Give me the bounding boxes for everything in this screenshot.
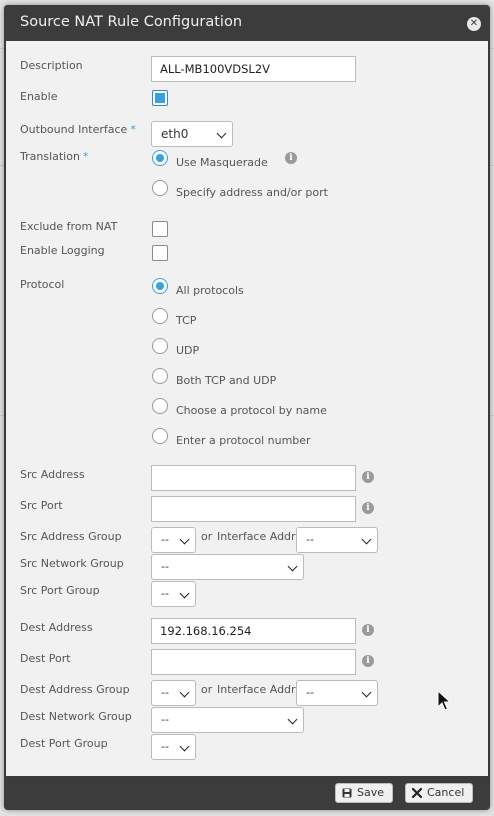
chevron-down-icon	[179, 588, 190, 599]
info-icon[interactable]: i	[362, 471, 374, 483]
protocol-option-label: All protocols	[176, 284, 244, 297]
dialog-title: Source NAT Rule Configuration	[20, 14, 243, 30]
src-address-group-select[interactable]: --	[151, 527, 196, 553]
exclude-from-nat-checkbox[interactable]	[152, 221, 168, 237]
dest-interface-addr-select[interactable]: --	[296, 680, 378, 706]
translation-option-label: Specify address and/or port	[176, 186, 328, 199]
dialog-body: Description ALL-MB100VDSL2V Enable Outbo…	[6, 41, 488, 776]
dest-address-group-select[interactable]: --	[151, 680, 196, 706]
outbound-interface-select[interactable]: eth0	[151, 121, 233, 147]
src-interface-addr-value: --	[306, 533, 314, 546]
protocol-option-label: UDP	[176, 344, 200, 357]
src-address-label: Src Address	[20, 468, 85, 481]
protocol-number-radio[interactable]	[152, 428, 168, 444]
src-network-group-value: --	[161, 560, 169, 573]
src-port-input[interactable]	[151, 496, 356, 522]
dialog-footer: Save Cancel	[4, 777, 490, 810]
chevron-down-icon	[216, 128, 227, 139]
chevron-down-icon	[361, 687, 372, 698]
translation-label: Translation *	[20, 150, 88, 163]
description-input[interactable]: ALL-MB100VDSL2V	[151, 56, 356, 82]
src-interface-addr-label: Interface Addr	[217, 530, 296, 543]
dest-address-input[interactable]: 192.168.16.254	[151, 618, 356, 644]
dest-address-group-value: --	[161, 686, 169, 699]
cancel-button[interactable]: Cancel	[405, 783, 474, 803]
enable-logging-label: Enable Logging	[20, 244, 105, 257]
chevron-down-icon	[287, 561, 298, 572]
exclude-from-nat-label: Exclude from NAT	[20, 220, 118, 233]
dest-port-label: Dest Port	[20, 652, 71, 665]
outbound-interface-label-text: Outbound Interface	[20, 123, 128, 136]
info-icon[interactable]: i	[285, 152, 297, 164]
dest-port-group-value: --	[161, 740, 169, 753]
save-button[interactable]: Save	[335, 783, 394, 803]
save-button-label: Save	[357, 786, 385, 799]
enable-label: Enable	[20, 90, 58, 103]
translation-option-label: Use Masquerade	[176, 156, 268, 169]
enable-checkbox[interactable]	[152, 90, 168, 106]
info-icon[interactable]: i	[362, 655, 374, 667]
src-port-group-label: Src Port Group	[20, 584, 100, 597]
protocol-by-name-radio[interactable]	[152, 398, 168, 414]
floppy-disk-icon	[342, 788, 352, 798]
dest-port-input[interactable]	[151, 649, 356, 675]
protocol-option-label: Choose a protocol by name	[176, 404, 327, 417]
or-text: or	[201, 530, 213, 543]
protocol-tcp-radio[interactable]	[152, 308, 168, 324]
dest-network-group-label: Dest Network Group	[20, 710, 132, 723]
chevron-down-icon	[179, 687, 190, 698]
protocol-label: Protocol	[20, 278, 65, 291]
src-network-group-select[interactable]: --	[151, 554, 304, 580]
x-icon	[412, 788, 422, 798]
dialog-titlebar[interactable]: Source NAT Rule Configuration ✕	[4, 5, 490, 41]
src-interface-addr-select[interactable]: --	[296, 527, 378, 553]
protocol-option-label: Both TCP and UDP	[176, 374, 277, 387]
required-marker: *	[82, 150, 89, 163]
dest-port-group-label: Dest Port Group	[20, 737, 108, 750]
dest-address-group-label: Dest Address Group	[20, 683, 130, 696]
protocol-option-label: Enter a protocol number	[176, 434, 311, 447]
dest-interface-addr-value: --	[306, 686, 314, 699]
dest-interface-addr-label: Interface Addr	[217, 683, 296, 696]
dest-network-group-select[interactable]: --	[151, 707, 304, 733]
enable-logging-checkbox[interactable]	[152, 245, 168, 261]
or-text: or	[201, 683, 213, 696]
chevron-down-icon	[287, 714, 298, 725]
info-icon[interactable]: i	[362, 624, 374, 636]
src-address-group-value: --	[161, 533, 169, 546]
protocol-all-radio[interactable]	[152, 278, 168, 294]
chevron-down-icon	[361, 534, 372, 545]
protocol-both-radio[interactable]	[152, 368, 168, 384]
src-address-group-label: Src Address Group	[20, 530, 122, 543]
src-port-label: Src Port	[20, 499, 63, 512]
src-port-group-value: --	[161, 587, 169, 600]
source-nat-rule-dialog: Source NAT Rule Configuration ✕ Descript…	[4, 5, 490, 810]
mouse-cursor-icon	[437, 690, 451, 711]
src-address-input[interactable]	[151, 465, 356, 491]
dest-address-label: Dest Address	[20, 621, 93, 634]
src-port-group-select[interactable]: --	[151, 581, 196, 607]
translation-masquerade-radio[interactable]	[152, 150, 168, 166]
description-label: Description	[20, 59, 83, 72]
outbound-interface-label: Outbound Interface *	[20, 123, 136, 136]
cancel-button-label: Cancel	[427, 786, 465, 799]
chevron-down-icon	[179, 741, 190, 752]
dest-port-group-select[interactable]: --	[151, 734, 196, 760]
required-marker: *	[130, 123, 136, 136]
info-icon[interactable]: i	[362, 502, 374, 514]
protocol-option-label: TCP	[176, 314, 197, 327]
translation-specify-radio[interactable]	[152, 180, 168, 196]
dest-network-group-value: --	[161, 713, 169, 726]
chevron-down-icon	[179, 534, 190, 545]
src-network-group-label: Src Network Group	[20, 557, 124, 570]
translation-label-text: Translation	[20, 150, 80, 163]
protocol-udp-radio[interactable]	[152, 338, 168, 354]
close-icon[interactable]: ✕	[467, 17, 481, 31]
outbound-interface-value: eth0	[161, 127, 189, 141]
